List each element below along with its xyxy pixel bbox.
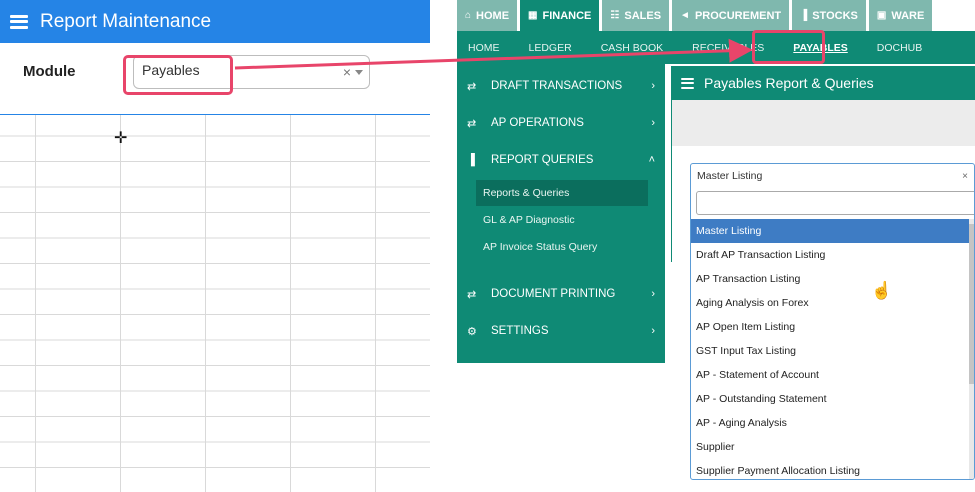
chevron-right-icon: ›	[651, 325, 655, 337]
sidebar-subitem-gl-ap-diagnostic[interactable]: GL & AP Diagnostic	[476, 207, 648, 233]
module-highlight-box	[123, 55, 233, 95]
dropdown-scrollbar-thumb[interactable]	[969, 224, 974, 384]
sidebar-item-ap-operations[interactable]: ⇄ AP OPERATIONS ›	[457, 105, 665, 141]
report-maintenance-header: Report Maintenance	[0, 0, 430, 43]
panel-header: Payables Report & Queries	[671, 66, 975, 100]
report-type-dropdown[interactable]: Master Listing × Master Listing Draft AP…	[690, 163, 975, 480]
top-nav-tabs: ⌂ HOME ▦ FINANCE ☷ SALES ◄ PROCUREMENT ▐ STOC…	[457, 0, 975, 31]
subtab-dochub[interactable]: DOCHUB	[877, 42, 923, 54]
dropdown-option[interactable]: Master Listing	[691, 219, 974, 243]
sidebar-item-label: DOCUMENT PRINTING	[491, 288, 616, 300]
move-cursor-icon: ✛	[114, 130, 128, 147]
sidebar-item-label: DRAFT TRANSACTIONS	[491, 80, 623, 92]
warehouse-icon: ▣	[876, 10, 887, 21]
tab-label: HOME	[476, 9, 510, 22]
bank-icon: ▦	[528, 10, 538, 21]
chevron-up-icon: ˄	[648, 154, 655, 166]
tab-procurement[interactable]: ◄ PROCUREMENT	[672, 0, 790, 31]
hamburger-menu-icon[interactable]	[10, 14, 28, 29]
dropdown-option[interactable]: AP Open Item Listing	[691, 315, 974, 339]
dropdown-option[interactable]: AP - Aging Analysis	[691, 411, 974, 435]
dropdown-option[interactable]: GST Input Tax Listing	[691, 339, 974, 363]
sidebar-menu: ⇄ DRAFT TRANSACTIONS › ⇄ AP OPERATIONS ›…	[457, 64, 665, 363]
hand-pointer-cursor-icon: ☝	[871, 281, 893, 300]
chart-icon: ▐	[467, 154, 475, 166]
swap-icon: ⇄	[467, 117, 477, 130]
tab-sales[interactable]: ☷ SALES	[602, 0, 670, 31]
tab-stocks[interactable]: ▐ STOCKS	[792, 0, 866, 31]
hamburger-menu-icon[interactable]	[681, 77, 694, 89]
dropdown-option[interactable]: AP - Outstanding Statement	[691, 387, 974, 411]
sidebar-item-report-queries[interactable]: ▐ REPORT QUERIES ˄	[457, 142, 665, 178]
dropdown-selected-value: Master Listing	[697, 170, 763, 182]
dropdown-option[interactable]: Aging Analysis on Forex	[691, 291, 974, 315]
tab-label: PROCUREMENT	[694, 9, 782, 22]
payables-highlight-box	[752, 30, 825, 64]
sidebar-item-document-printing[interactable]: ⇄ DOCUMENT PRINTING ›	[457, 276, 665, 312]
chevron-right-icon: ›	[651, 117, 655, 129]
swap-icon: ⇄	[467, 80, 477, 93]
swap-icon: ⇄	[467, 288, 477, 301]
cogs-icon: ⚙	[467, 325, 477, 338]
dropdown-option[interactable]: AP Transaction Listing	[691, 267, 974, 291]
sidebar-item-settings[interactable]: ⚙ SETTINGS ›	[457, 313, 665, 349]
tab-label: SALES	[624, 9, 662, 22]
dropdown-options-list: Master Listing Draft AP Transaction List…	[691, 219, 974, 479]
megaphone-icon: ◄	[680, 10, 690, 21]
sidebar-item-label: SETTINGS	[491, 325, 549, 337]
dropdown-option[interactable]: Draft AP Transaction Listing	[691, 243, 974, 267]
clear-icon[interactable]: ×	[962, 171, 968, 182]
tab-label: WARE	[891, 9, 925, 22]
tab-label: STOCKS	[812, 9, 858, 22]
tab-label: FINANCE	[542, 9, 592, 22]
clear-icon[interactable]: ×	[343, 64, 351, 80]
cart-icon: ☷	[610, 10, 620, 21]
finance-sub-tabs: HOME LEDGER CASH BOOK RECEIVABLES PAYABL…	[457, 31, 975, 64]
tab-finance[interactable]: ▦ FINANCE	[520, 0, 600, 31]
dropdown-option[interactable]: Supplier	[691, 435, 974, 459]
page-title: Report Maintenance	[40, 10, 212, 32]
subtab-home[interactable]: HOME	[468, 42, 500, 54]
dropdown-option[interactable]: AP - Statement of Account	[691, 363, 974, 387]
sidebar-item-label: AP OPERATIONS	[491, 117, 584, 129]
sidebar-subitem-reports-queries[interactable]: Reports & Queries	[476, 180, 648, 206]
module-label: Module	[23, 63, 76, 80]
sidebar-subitem-ap-invoice-status[interactable]: AP Invoice Status Query	[476, 234, 648, 260]
chevron-right-icon: ›	[651, 80, 655, 92]
tab-warehouse[interactable]: ▣ WARE	[868, 0, 933, 31]
dropdown-search-input[interactable]	[696, 191, 974, 215]
chevron-down-icon[interactable]	[355, 70, 363, 75]
tab-home[interactable]: ⌂ HOME	[457, 0, 518, 31]
subtab-cash-book[interactable]: CASH BOOK	[601, 42, 663, 54]
panel-toolbar-band	[672, 100, 975, 146]
sidebar-item-draft-transactions[interactable]: ⇄ DRAFT TRANSACTIONS ›	[457, 68, 665, 104]
finance-app: ⌂ HOME ▦ FINANCE ☷ SALES ◄ PROCUREMENT ▐ STOC…	[457, 0, 975, 492]
subtab-ledger[interactable]: LEDGER	[529, 42, 572, 54]
dropdown-option[interactable]: Supplier Payment Allocation Listing	[691, 459, 974, 479]
chevron-right-icon: ›	[651, 288, 655, 300]
panel-title: Payables Report & Queries	[704, 75, 874, 91]
bar-chart-icon: ▐	[800, 10, 808, 21]
home-icon: ⌂	[465, 10, 472, 21]
sidebar-item-label: REPORT QUERIES	[491, 154, 594, 166]
